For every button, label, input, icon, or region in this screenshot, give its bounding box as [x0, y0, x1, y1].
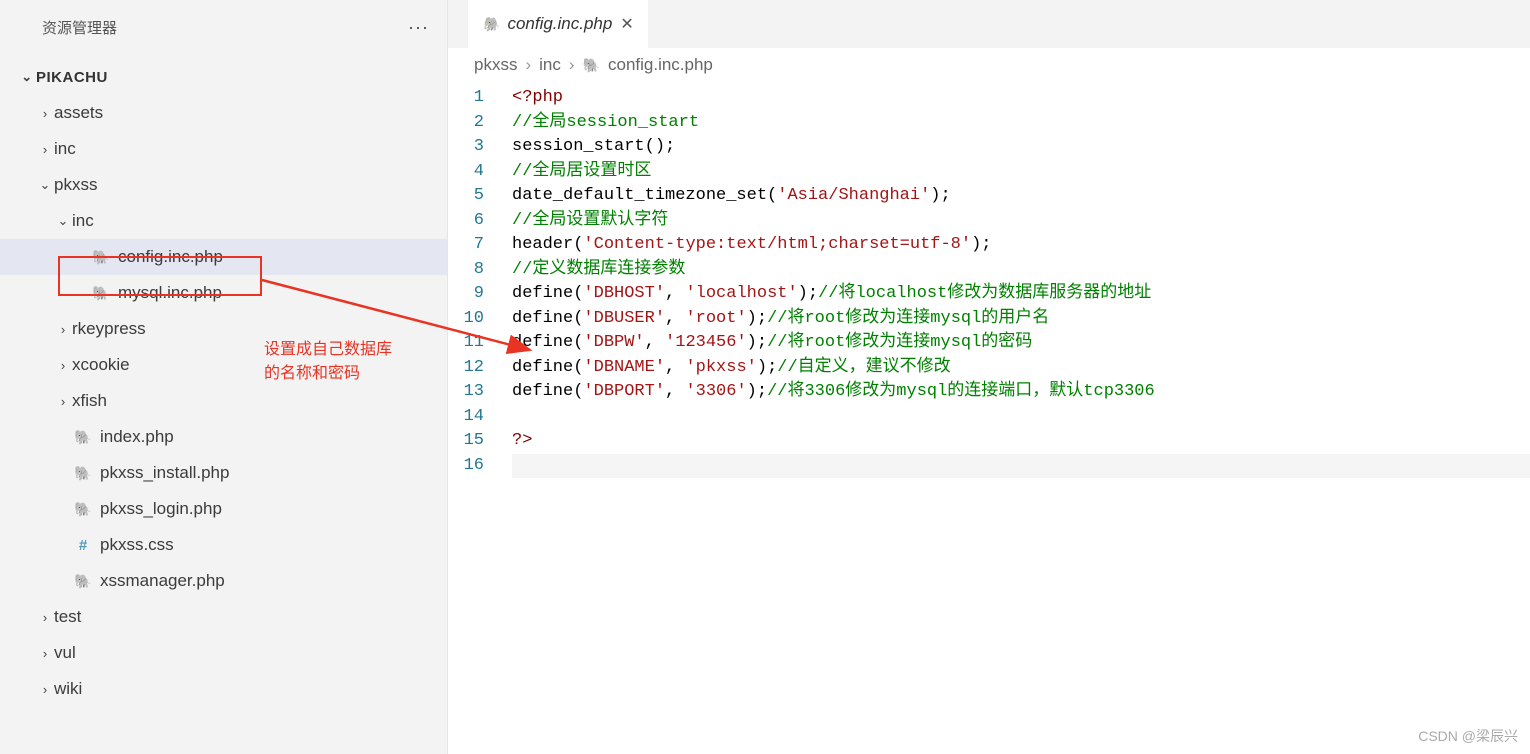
tree-item-label: assets — [54, 103, 103, 123]
breadcrumb-part[interactable]: pkxss — [474, 55, 517, 75]
tree-item-mysql-inc-php[interactable]: ›🐘mysql.inc.php — [0, 275, 447, 311]
tab-config-inc-php[interactable]: 🐘 config.inc.php ✕ — [468, 0, 648, 48]
tree-item-xfish[interactable]: ›xfish — [0, 383, 447, 419]
tree-item-label: pkxss — [54, 175, 97, 195]
code-content[interactable]: <?php //全局session_start session_start();… — [512, 86, 1530, 478]
tree-item-label: rkeypress — [72, 319, 146, 339]
tree-item-label: inc — [72, 211, 94, 231]
tree-item-xssmanager-php[interactable]: ›🐘xssmanager.php — [0, 563, 447, 599]
tree-root-label: PIKACHU — [36, 69, 108, 86]
breadcrumb-part[interactable]: inc — [539, 55, 561, 75]
tree-item-label: wiki — [54, 679, 82, 699]
php-icon: 🐘 — [72, 465, 94, 482]
chevron-right-icon: › — [54, 358, 72, 373]
php-icon: 🐘 — [90, 249, 112, 266]
breadcrumb-part[interactable]: config.inc.php — [608, 55, 713, 75]
tree-item-label: pkxss_install.php — [100, 463, 229, 483]
chevron-right-icon: › — [54, 394, 72, 409]
breadcrumb[interactable]: pkxss › inc › 🐘 config.inc.php — [448, 48, 1530, 82]
tree-item-inc[interactable]: ›inc — [0, 131, 447, 167]
php-icon: 🐘 — [583, 57, 600, 74]
tree-item-pkxss-install-php[interactable]: ›🐘pkxss_install.php — [0, 455, 447, 491]
annotation-text: 设置成自己数据库 的名称和密码 — [264, 338, 392, 386]
more-actions-icon[interactable]: ··· — [408, 17, 429, 38]
watermark: CSDN @梁辰兴 — [1418, 726, 1518, 746]
editor-pane: 🐘 config.inc.php ✕ pkxss › inc › 🐘 confi… — [448, 0, 1530, 754]
chevron-down-icon: ⌄ — [18, 69, 36, 85]
chevron-right-icon: › — [36, 682, 54, 697]
tree-item-label: config.inc.php — [118, 247, 223, 267]
tree-item-label: pkxss.css — [100, 535, 174, 555]
chevron-right-icon: › — [36, 646, 54, 661]
chevron-right-icon: › — [36, 610, 54, 625]
tree-item-label: mysql.inc.php — [118, 283, 222, 303]
tree-item-inc[interactable]: ⌄inc — [0, 203, 447, 239]
tab-bar: 🐘 config.inc.php ✕ — [448, 0, 1530, 48]
tree-item-label: test — [54, 607, 81, 627]
php-icon: 🐘 — [90, 285, 112, 302]
tree-item-config-inc-php[interactable]: ›🐘config.inc.php — [0, 239, 447, 275]
tree-item-assets[interactable]: ›assets — [0, 95, 447, 131]
php-icon: 🐘 — [72, 429, 94, 446]
tree-item-label: xssmanager.php — [100, 571, 225, 591]
tree-item-vul[interactable]: ›vul — [0, 635, 447, 671]
php-icon: 🐘 — [72, 573, 94, 590]
chevron-right-icon: › — [569, 55, 575, 75]
file-tree: ⌄ PIKACHU ›assets›inc⌄pkxss⌄inc›🐘config.… — [0, 55, 447, 754]
tree-item-wiki[interactable]: ›wiki — [0, 671, 447, 707]
sidebar-header: 资源管理器 ··· — [0, 0, 447, 55]
tree-item-pkxss[interactable]: ⌄pkxss — [0, 167, 447, 203]
line-number-gutter: 12345678 910111213141516 — [448, 86, 512, 478]
explorer-sidebar: 资源管理器 ··· ⌄ PIKACHU ›assets›inc⌄pkxss⌄in… — [0, 0, 448, 754]
tree-item-index-php[interactable]: ›🐘index.php — [0, 419, 447, 455]
tree-item-pkxss-css[interactable]: ›#pkxss.css — [0, 527, 447, 563]
chevron-down-icon: ⌄ — [36, 177, 54, 193]
close-icon[interactable]: ✕ — [620, 14, 633, 34]
tree-item-label: xfish — [72, 391, 107, 411]
tree-item-label: xcookie — [72, 355, 130, 375]
sidebar-title: 资源管理器 — [42, 17, 117, 38]
tab-label: config.inc.php — [507, 14, 612, 34]
tree-item-test[interactable]: ›test — [0, 599, 447, 635]
chevron-right-icon: › — [525, 55, 531, 75]
tree-root[interactable]: ⌄ PIKACHU — [0, 59, 447, 95]
php-icon: 🐘 — [72, 501, 94, 518]
tree-item-label: index.php — [100, 427, 174, 447]
chevron-right-icon: › — [54, 322, 72, 337]
tree-item-label: inc — [54, 139, 76, 159]
code-editor[interactable]: 12345678 910111213141516 <?php //全局sessi… — [448, 82, 1530, 478]
tree-item-pkxss-login-php[interactable]: ›🐘pkxss_login.php — [0, 491, 447, 527]
css-icon: # — [72, 537, 94, 554]
php-icon: 🐘 — [482, 16, 499, 33]
chevron-right-icon: › — [36, 106, 54, 121]
tree-item-label: vul — [54, 643, 76, 663]
chevron-right-icon: › — [36, 142, 54, 157]
tree-item-label: pkxss_login.php — [100, 499, 222, 519]
chevron-down-icon: ⌄ — [54, 213, 72, 229]
